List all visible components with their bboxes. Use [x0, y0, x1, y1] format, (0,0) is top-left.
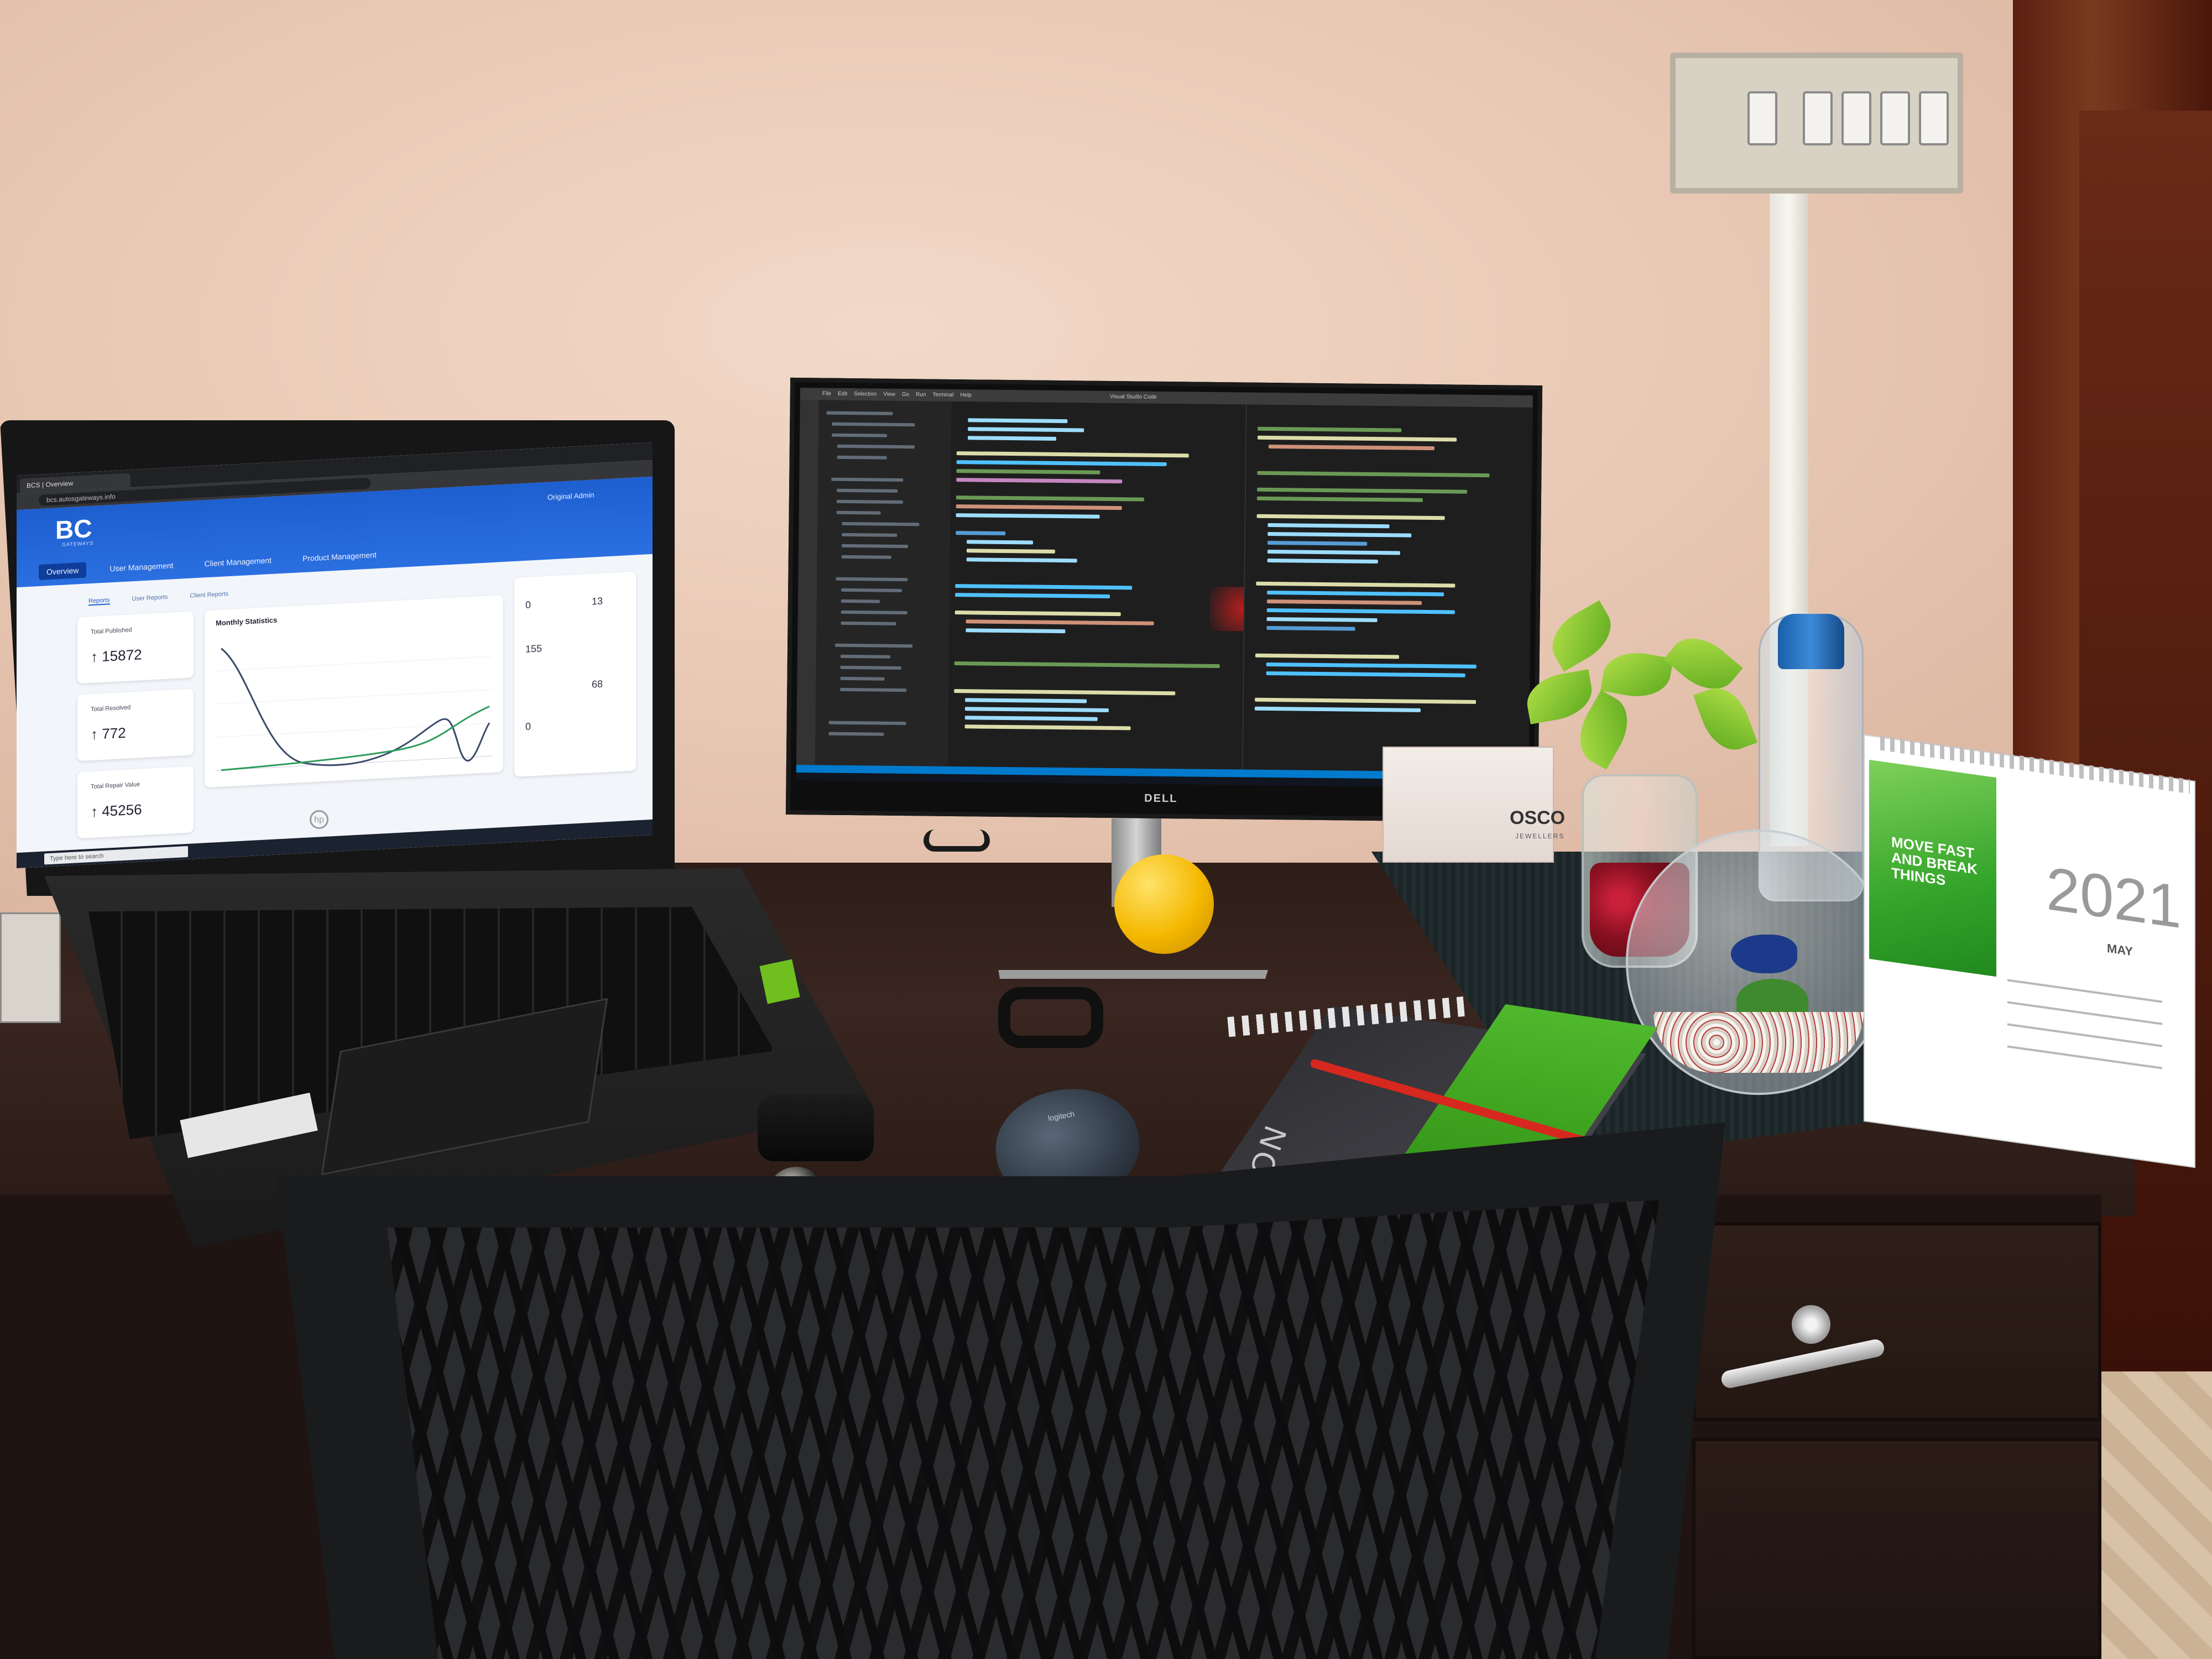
- wall-charger: [0, 912, 61, 1023]
- vscode-menu: File Edit Selection View Go Run Terminal…: [822, 388, 972, 402]
- code-editor-right[interactable]: [1241, 404, 1533, 773]
- menu-go[interactable]: Go: [902, 389, 910, 401]
- earbuds-case: [758, 1095, 874, 1161]
- summary-value: 0: [525, 721, 531, 732]
- stat-label: Total Resolved: [91, 704, 131, 713]
- switch: [1880, 91, 1910, 145]
- bottle-cap: [1778, 614, 1844, 669]
- dell-logo: DELL: [1144, 792, 1178, 805]
- code-editor-left[interactable]: [947, 401, 1276, 770]
- stat-label: Total Published: [91, 627, 132, 636]
- stat-value: ↑ 772: [91, 724, 126, 743]
- summary-value: 155: [525, 643, 542, 655]
- window-title: Visual Studio Code: [1109, 393, 1157, 400]
- stat-value: ↑ 15872: [91, 646, 142, 666]
- menu-file[interactable]: File: [822, 388, 831, 400]
- tab-user-management[interactable]: User Management: [102, 557, 181, 577]
- fish: [1731, 935, 1797, 973]
- tissue-sub: JEWELLERS: [1515, 832, 1565, 840]
- app-logo-sub: GATEWAYS: [62, 540, 94, 547]
- summary-value: 0: [525, 599, 531, 611]
- hp-logo: hp: [310, 810, 328, 829]
- subtab-user-reports[interactable]: User Reports: [132, 594, 168, 603]
- switch: [1747, 91, 1777, 145]
- line-chart: [216, 648, 492, 771]
- fitness-band: [998, 987, 1103, 1048]
- tissue-box: [1383, 747, 1554, 863]
- chart-title: Monthly Statistics: [216, 615, 278, 628]
- monitor-screen: File Edit Selection View Go Run Terminal…: [796, 388, 1533, 788]
- menu-run[interactable]: Run: [916, 389, 926, 401]
- menu-help[interactable]: Help: [960, 389, 972, 401]
- switch: [1841, 91, 1871, 145]
- nav-tabs: Overview User Management Client Manageme…: [39, 543, 384, 583]
- bowl-gravel: [1653, 1012, 1864, 1073]
- summary-card: 0 13 155 68 0: [514, 571, 636, 777]
- cable: [924, 830, 990, 852]
- summary-value: 68: [592, 678, 603, 690]
- sub-tabs: Reports User Reports Client Reports: [88, 591, 228, 606]
- drawer-top: [1692, 1222, 2101, 1421]
- menu-edit[interactable]: Edit: [838, 388, 847, 400]
- chart-card: Monthly Statistics: [205, 595, 503, 788]
- switch: [1803, 91, 1833, 145]
- summary-value: 13: [592, 595, 603, 607]
- stat-value: ↑ 45256: [91, 801, 142, 821]
- stat-card: Total Published ↑ 15872: [77, 611, 194, 684]
- switch: [1919, 91, 1949, 145]
- drawer-lock-icon: [1792, 1305, 1830, 1344]
- tab-product-management[interactable]: Product Management: [295, 546, 384, 566]
- stat-label: Total Repair Value: [91, 781, 140, 791]
- stat-card: Total Repair Value ↑ 45256: [77, 766, 194, 839]
- tab-overview[interactable]: Overview: [39, 562, 87, 581]
- tab-client-management[interactable]: Client Management: [197, 552, 279, 572]
- menu-view[interactable]: View: [883, 389, 895, 401]
- stress-ball: [1114, 854, 1214, 954]
- file-explorer: [815, 400, 952, 766]
- menu-terminal[interactable]: Terminal: [932, 389, 954, 401]
- subtab-reports[interactable]: Reports: [88, 597, 110, 606]
- stat-card: Total Resolved ↑ 772: [77, 688, 194, 761]
- drawer-bottom: [1692, 1438, 2101, 1659]
- user-menu[interactable]: Original Admin: [547, 491, 594, 501]
- chair-mesh-back: [387, 1200, 1659, 1659]
- laptop-screen: BCS | Overview bcs.autosgateways.info BC…: [17, 442, 653, 869]
- switchboard: [1670, 53, 1963, 194]
- menu-selection[interactable]: Selection: [854, 388, 877, 400]
- subtab-client-reports[interactable]: Client Reports: [190, 591, 228, 601]
